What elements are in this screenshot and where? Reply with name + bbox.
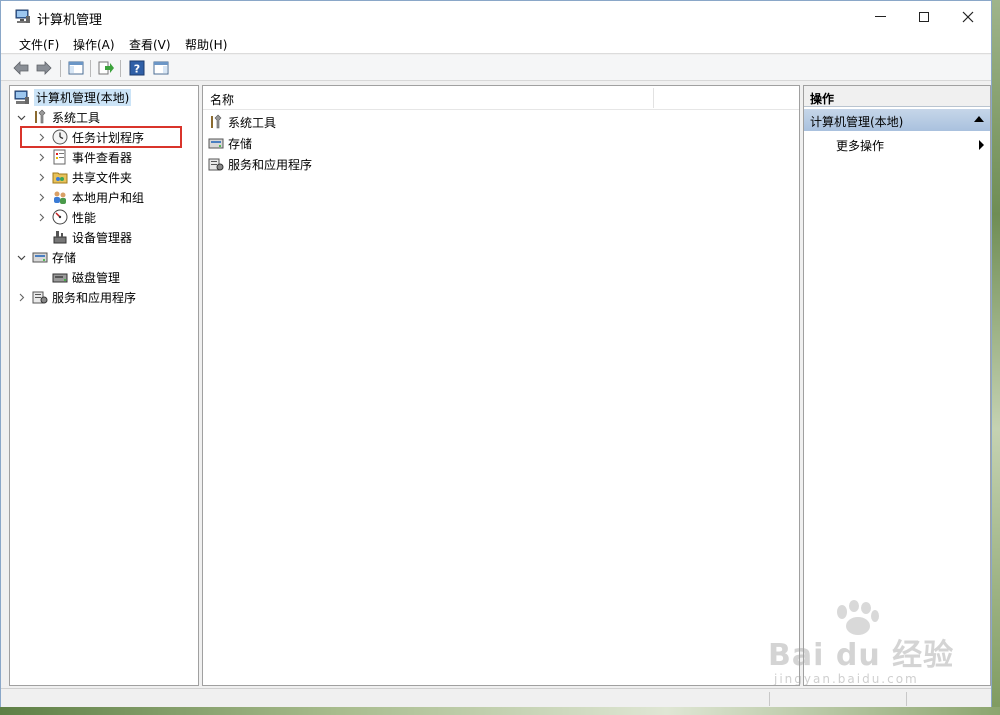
actions-section-label: 计算机管理(本地) [810,115,904,129]
toolbar: ? [1,55,991,81]
tree-label: 设备管理器 [72,230,133,245]
tree-label: 系统工具 [52,110,101,125]
tree-item-performance[interactable]: 性能 [36,208,96,226]
window-title: 计算机管理 [37,13,103,28]
tree-item-device-manager[interactable]: 设备管理器 [52,228,132,246]
performance-icon [52,209,68,225]
toolbar-separator [120,60,121,77]
toolbar-separator [90,60,91,77]
services-icon [208,158,224,171]
maximize-button[interactable] [901,1,947,32]
menu-help[interactable]: 帮助(H) [185,36,227,53]
maximize-icon [919,11,929,22]
status-divider [769,692,770,706]
tree-item-disk-management[interactable]: 磁盘管理 [52,268,120,286]
status-divider [906,692,907,706]
shared-folder-icon [52,172,68,184]
users-icon [54,191,66,204]
menu-bar: 文件(F) 操作(A) 查看(V) 帮助(H) [1,32,991,54]
forward-arrow-icon [36,61,52,75]
list-item-label: 存储 [228,136,253,151]
event-viewer-icon [53,149,66,165]
computer-management-icon [15,9,30,23]
minimize-button[interactable] [857,1,903,32]
show-hide-action-pane-button[interactable] [152,59,170,77]
more-actions-label: 更多操作 [836,139,885,153]
list-item-services-apps[interactable]: 服务和应用程序 [208,155,312,173]
console-tree-icon [68,61,84,75]
help-button[interactable]: ? [128,59,146,77]
column-header-name[interactable]: 名称 [203,86,799,110]
column-header-label: 名称 [210,93,235,107]
close-button[interactable] [945,1,991,32]
result-pane: 名称 系统工具 存储 服务和应用程序 [202,85,800,686]
tree-label: 计算机管理(本地) [34,88,132,106]
chevron-right-icon[interactable] [36,192,46,202]
list-item-label: 服务和应用程序 [228,157,313,172]
tree-label: 服务和应用程序 [52,290,137,305]
column-divider[interactable] [653,88,654,108]
tree-label: 事件查看器 [72,150,133,165]
export-list-button[interactable] [97,59,115,77]
toolbar-separator [60,60,61,77]
computer-management-icon [14,90,29,104]
disk-icon [52,273,68,283]
collapse-triangle-icon[interactable] [974,116,984,122]
tree-label: 性能 [72,210,97,225]
chevron-right-icon[interactable] [36,212,46,222]
tree-label: 磁盘管理 [72,270,121,285]
tree-label: 共享文件夹 [72,170,133,185]
actions-pane: 操作 计算机管理(本地) 更多操作 [803,85,991,686]
forward-button[interactable] [35,59,53,77]
tree-item-local-users-groups[interactable]: 本地用户和组 [36,188,144,206]
list-item-system-tools[interactable]: 系统工具 [208,113,276,131]
tools-icon [35,109,46,124]
tree-item-storage[interactable]: 存储 [16,248,76,266]
action-pane-icon [153,61,169,75]
chevron-right-icon[interactable] [36,172,46,182]
back-arrow-icon [13,61,29,75]
tree-label: 本地用户和组 [72,190,145,205]
list-item-storage[interactable]: 存储 [208,134,252,152]
export-icon [98,61,114,75]
help-icon: ? [129,60,145,76]
desktop-wallpaper-bottom [0,707,1000,715]
menu-action[interactable]: 操作(A) [73,36,115,53]
more-actions-item[interactable]: 更多操作 [836,137,990,154]
menu-file[interactable]: 文件(F) [19,36,59,53]
desktop-wallpaper [992,0,1000,715]
storage-icon [208,138,224,149]
tools-icon [211,114,222,129]
storage-icon [32,252,48,263]
tree-item-root[interactable]: 计算机管理(本地) [14,88,132,106]
console-tree-pane: 计算机管理(本地) 系统工具 任务计划程序 事件查看器 共享文件夹 本地用户和组… [9,85,199,686]
annotation-highlight-box [20,126,182,148]
actions-title: 操作 [804,86,990,107]
device-manager-icon [53,231,67,244]
back-button[interactable] [12,59,30,77]
tree-item-shared-folders[interactable]: 共享文件夹 [36,168,132,186]
svg-text:?: ? [134,63,140,76]
chevron-right-icon[interactable] [16,292,26,302]
chevron-down-icon[interactable] [16,252,26,262]
computer-management-window: 计算机管理 文件(F) 操作(A) 查看(V) 帮助(H) ? 计算机管理(本地… [0,0,992,707]
chevron-right-icon[interactable] [36,152,46,162]
show-hide-tree-button[interactable] [67,59,85,77]
title-bar[interactable]: 计算机管理 [1,1,991,32]
actions-section-header[interactable]: 计算机管理(本地) [804,109,990,131]
submenu-arrow-icon [979,140,984,150]
tree-item-system-tools[interactable]: 系统工具 [16,108,100,126]
status-bar [1,688,991,707]
services-icon [32,291,48,304]
list-item-label: 系统工具 [228,115,277,130]
tree-item-services-apps[interactable]: 服务和应用程序 [16,288,136,306]
close-icon [962,11,974,22]
menu-view[interactable]: 查看(V) [129,36,171,53]
chevron-down-icon[interactable] [16,112,26,122]
tree-label: 存储 [52,250,77,265]
minimize-icon [874,16,886,17]
tree-item-event-viewer[interactable]: 事件查看器 [36,148,132,166]
